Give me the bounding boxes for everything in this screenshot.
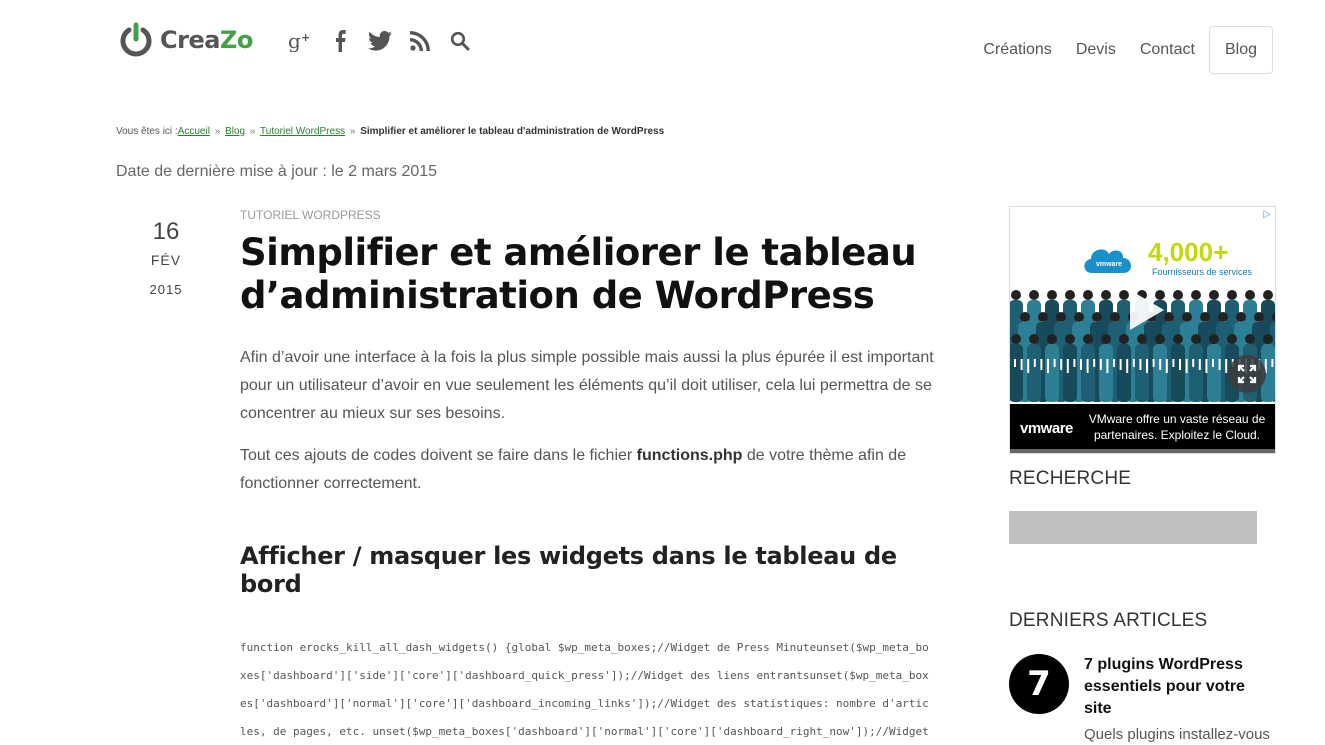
last-updated: Date de dernière mise à jour : le 2 mars… [116, 163, 438, 180]
breadcrumb-home[interactable]: Accueil [178, 126, 210, 137]
post-date: 16 FÉV 2015 [140, 218, 192, 297]
advertisement[interactable]: vmware 4,000+ Fournisseurs de services ▷… [1009, 206, 1276, 454]
logo-text: CreaZo [160, 26, 253, 54]
ad-progress [1010, 449, 1275, 453]
nav-creations[interactable]: Créations [971, 27, 1063, 73]
vmware-logo: vmware [1020, 420, 1073, 437]
fullscreen-icon[interactable] [1228, 355, 1266, 393]
ad-message: VMware offre un vaste réseau de partenai… [1088, 412, 1266, 442]
svg-text:+: + [301, 31, 310, 44]
svg-text:vmware: vmware [1096, 261, 1122, 268]
post-day: 16 [152, 218, 180, 245]
ad-choices-icon[interactable]: ▷ [1261, 209, 1273, 221]
breadcrumb: Vous êtes ici :Accueil » Blog » Tutoriel… [116, 126, 665, 137]
rss-icon[interactable] [407, 28, 433, 54]
post-year: 2015 [149, 282, 183, 297]
social-links: g + [287, 28, 473, 54]
recent-post-thumbnail[interactable]: 7 [1009, 654, 1069, 714]
cloud-icon: vmware [1084, 249, 1132, 273]
nav-devis[interactable]: Devis [1064, 27, 1128, 73]
ad-subtitle: Fournisseurs de services [1152, 267, 1253, 277]
facebook-icon[interactable] [327, 28, 353, 54]
recent-post-title[interactable]: 7 plugins WordPress essentiels pour votr… [1084, 654, 1269, 720]
power-icon [120, 22, 152, 57]
site-logo[interactable]: CreaZo [118, 22, 253, 58]
article-paragraph: Afin d’avoir une interface à la fois la … [240, 349, 934, 422]
search-icon[interactable] [447, 28, 473, 54]
google-plus-icon[interactable]: g + [287, 28, 313, 54]
search-input[interactable] [1009, 511, 1257, 544]
svg-text:g: g [288, 30, 301, 52]
breadcrumb-current: Simplifier et améliorer le tableau d'adm… [360, 126, 665, 137]
article-title: Simplifier et améliorer le tableau d’adm… [240, 231, 917, 317]
recent-posts-title: DERNIERS ARTICLES [1009, 610, 1208, 631]
breadcrumb-category[interactable]: Tutoriel WordPress [260, 126, 345, 137]
breadcrumb-blog[interactable]: Blog [225, 126, 245, 137]
article-category[interactable]: TUTORIEL WORDPRESS [240, 208, 940, 222]
ad-number: 4,000+ [1148, 237, 1229, 267]
article: TUTORIEL WORDPRESS Simplifier et amélior… [240, 208, 940, 745]
ad-footer: vmware VMware offre un vaste réseau de p… [1010, 404, 1275, 453]
article-paragraph: Tout ces ajouts de codes doivent se fair… [240, 447, 907, 492]
filename-functions-php: functions.php [636, 447, 743, 464]
code-block: function erocks_kill_all_dash_widgets() … [240, 641, 929, 738]
nav-blog[interactable]: Blog [1208, 26, 1273, 74]
section-heading: Afficher / masquer les widgets dans le t… [240, 542, 897, 598]
nav-contact[interactable]: Contact [1128, 27, 1207, 73]
recent-post-excerpt: Quels plugins installez-vous [1084, 726, 1270, 743]
play-icon[interactable] [1126, 287, 1166, 333]
post-month: FÉV [150, 252, 182, 268]
breadcrumb-prefix: Vous êtes ici : [116, 126, 178, 137]
main-nav: Créations Devis Contact Blog [971, 26, 1273, 74]
twitter-icon[interactable] [367, 28, 393, 54]
ad-header: vmware 4,000+ Fournisseurs de services [1010, 207, 1275, 287]
search-widget-title: RECHERCHE [1009, 468, 1132, 489]
